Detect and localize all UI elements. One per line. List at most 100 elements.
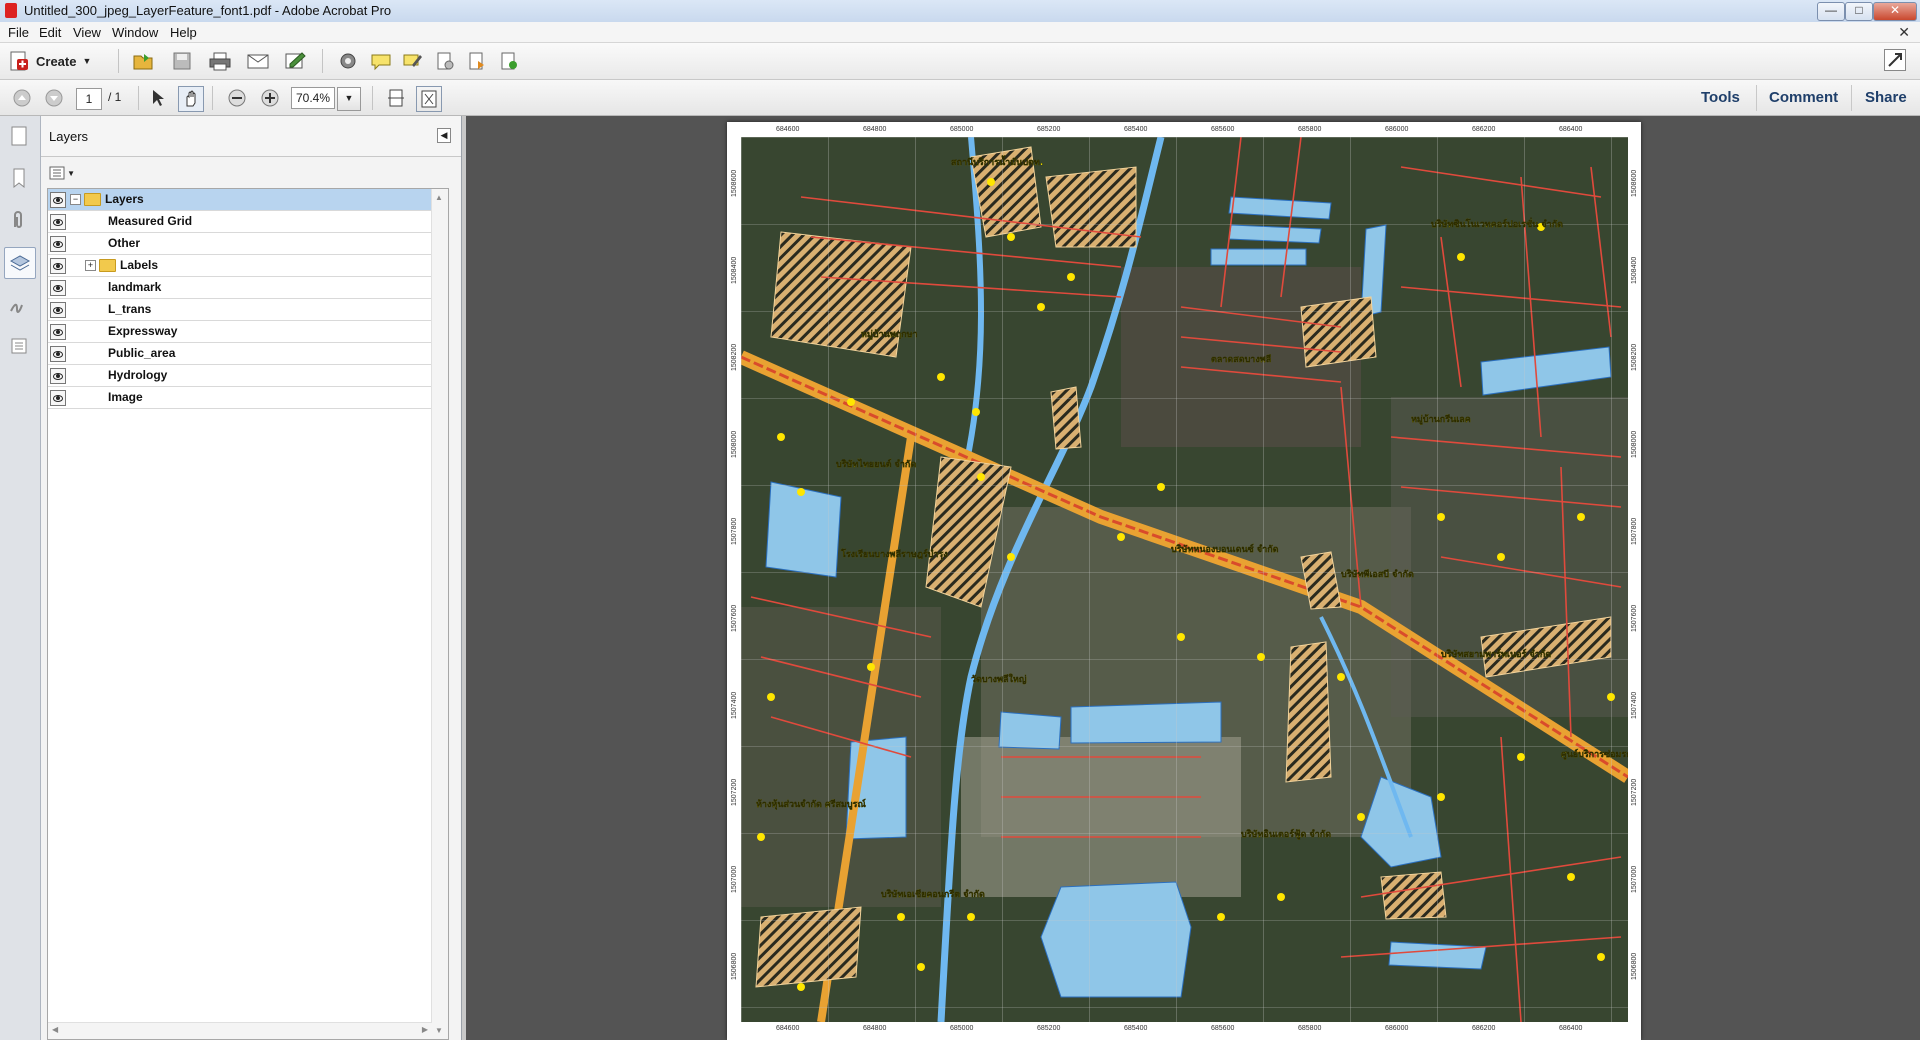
prev-page-icon[interactable] bbox=[10, 86, 34, 110]
collapse-icon[interactable]: − bbox=[70, 194, 81, 205]
print-icon[interactable] bbox=[208, 49, 232, 73]
map-image: สถานีบริการน้ำมันปตท. บริษัทซินโนเวทคอร์… bbox=[741, 137, 1628, 1022]
maximize-icon[interactable]: □ bbox=[1845, 2, 1873, 21]
attach-icon[interactable] bbox=[465, 49, 489, 73]
eye-icon[interactable] bbox=[50, 302, 66, 318]
fit-page-icon[interactable] bbox=[416, 86, 442, 112]
y-coordinate-label: 1507600 bbox=[1631, 604, 1638, 632]
eye-icon[interactable] bbox=[50, 236, 66, 252]
menu-file[interactable]: File bbox=[8, 25, 29, 40]
menu-view[interactable]: View bbox=[73, 25, 101, 40]
horizontal-scrollbar[interactable]: ◀ ▶ bbox=[48, 1022, 432, 1039]
y-coordinate-label: 1508400 bbox=[1631, 256, 1638, 284]
map-label: หมู่บ้านพฤกษา bbox=[861, 329, 918, 340]
map-label: บริษัทเอเชียคอนกรีต จำกัด bbox=[881, 889, 985, 900]
scroll-right-icon[interactable]: ▶ bbox=[422, 1025, 428, 1034]
layers-icon[interactable] bbox=[4, 247, 36, 279]
save-icon[interactable] bbox=[170, 49, 194, 73]
comment-link[interactable]: Comment bbox=[1769, 89, 1838, 106]
y-coordinate-label: 1507400 bbox=[1631, 691, 1638, 719]
x-coordinate-label: 684600 bbox=[776, 1025, 800, 1032]
eye-icon[interactable] bbox=[50, 214, 66, 230]
layers-panel-header: Layers ◀ bbox=[41, 116, 461, 157]
eye-icon[interactable] bbox=[50, 280, 66, 296]
layer-row-other[interactable]: Other bbox=[48, 233, 440, 255]
folder-icon bbox=[84, 193, 101, 206]
comment-icon[interactable] bbox=[369, 49, 393, 73]
menu-edit[interactable]: Edit bbox=[39, 25, 61, 40]
layer-row-layers[interactable]: − Layers bbox=[48, 189, 440, 211]
layers-panel-title: Layers bbox=[49, 129, 89, 144]
x-coordinate-label: 684600 bbox=[776, 126, 800, 133]
email-icon[interactable] bbox=[246, 49, 270, 73]
share-link[interactable]: Share bbox=[1865, 89, 1907, 106]
expand-icon[interactable]: + bbox=[85, 260, 96, 271]
hand-tool-icon[interactable] bbox=[178, 86, 204, 112]
open-icon[interactable] bbox=[132, 49, 156, 73]
x-coordinate-label: 685400 bbox=[1124, 126, 1148, 133]
layer-row-l-trans[interactable]: L_trans bbox=[48, 299, 440, 321]
select-tool-icon[interactable] bbox=[146, 86, 170, 110]
scroll-left-icon[interactable]: ◀ bbox=[52, 1025, 58, 1034]
zoom-in-icon[interactable] bbox=[258, 86, 282, 110]
fit-width-icon[interactable] bbox=[384, 86, 408, 110]
create-button[interactable]: Create ▼ bbox=[8, 49, 91, 73]
layer-row-labels[interactable]: + Labels bbox=[48, 255, 440, 277]
layer-row-image[interactable]: Image bbox=[48, 387, 440, 409]
tools-link[interactable]: Tools bbox=[1701, 89, 1740, 106]
zoom-level-input[interactable]: 70.4% bbox=[291, 87, 335, 109]
x-coordinate-label: 685800 bbox=[1298, 1025, 1322, 1032]
x-coordinate-label: 685600 bbox=[1211, 1025, 1235, 1032]
page-thumbnails-icon[interactable] bbox=[7, 124, 31, 148]
zoom-out-icon[interactable] bbox=[225, 86, 249, 110]
eye-icon[interactable] bbox=[50, 368, 66, 384]
minimize-icon[interactable]: — bbox=[1817, 2, 1845, 21]
scroll-up-icon[interactable]: ▲ bbox=[435, 193, 443, 202]
layer-label: Image bbox=[108, 390, 143, 404]
scroll-down-icon[interactable]: ▼ bbox=[435, 1026, 443, 1035]
layer-row-public-area[interactable]: Public_area bbox=[48, 343, 440, 365]
attachments-icon[interactable] bbox=[7, 208, 31, 232]
eye-icon[interactable] bbox=[50, 390, 66, 406]
stamp-icon[interactable] bbox=[433, 49, 457, 73]
collapse-panel-icon[interactable]: ◀ bbox=[437, 128, 451, 143]
zoom-dropdown-icon[interactable]: ▼ bbox=[337, 87, 361, 111]
map-label: หมู่บ้านกรีนเลค bbox=[1411, 414, 1471, 425]
layer-label: Hydrology bbox=[108, 368, 168, 382]
settings-icon[interactable] bbox=[336, 49, 360, 73]
vertical-scrollbar[interactable]: ▲ ▼ bbox=[431, 189, 448, 1039]
share-icon[interactable] bbox=[497, 49, 521, 73]
layer-row-landmark[interactable]: landmark bbox=[48, 277, 440, 299]
close-icon[interactable]: ✕ bbox=[1873, 2, 1917, 21]
x-coordinate-label: 685000 bbox=[950, 126, 974, 133]
map-graphic: สถานีบริการน้ำมันปตท. บริษัทซินโนเวทคอร์… bbox=[741, 137, 1628, 1022]
menu-window[interactable]: Window bbox=[112, 25, 158, 40]
eye-icon[interactable] bbox=[50, 258, 66, 274]
eye-icon[interactable] bbox=[50, 324, 66, 340]
y-coordinate-label: 1507000 bbox=[1631, 865, 1638, 893]
eye-icon[interactable] bbox=[50, 192, 66, 208]
layer-row-hydrology[interactable]: Hydrology bbox=[48, 365, 440, 387]
doc-close-icon[interactable]: ✕ bbox=[1898, 24, 1910, 41]
signatures-icon[interactable] bbox=[7, 294, 31, 318]
y-coordinate-label: 1508400 bbox=[731, 256, 738, 284]
options-icon[interactable]: ▼ bbox=[49, 165, 75, 181]
y-coordinate-label: 1506800 bbox=[731, 952, 738, 980]
layer-row-expressway[interactable]: Expressway bbox=[48, 321, 440, 343]
highlight-icon[interactable] bbox=[401, 49, 425, 73]
eye-icon[interactable] bbox=[50, 346, 66, 362]
x-coordinate-label: 686400 bbox=[1559, 1025, 1583, 1032]
map-label: ตลาดสดบางพลี bbox=[1211, 354, 1271, 365]
layer-row-measured-grid[interactable]: Measured Grid bbox=[48, 211, 440, 233]
menu-help[interactable]: Help bbox=[170, 25, 197, 40]
x-coordinate-label: 686200 bbox=[1472, 126, 1496, 133]
expand-icon[interactable] bbox=[1884, 49, 1906, 71]
content-icon[interactable] bbox=[7, 334, 31, 358]
layer-label: Public_area bbox=[108, 346, 176, 360]
bookmarks-icon[interactable] bbox=[7, 166, 31, 190]
page-number-input[interactable]: 1 bbox=[76, 88, 102, 110]
map-label: บริษัทอินเตอร์ฟู้ด จำกัด bbox=[1241, 828, 1331, 840]
next-page-icon[interactable] bbox=[42, 86, 66, 110]
sign-icon[interactable] bbox=[284, 49, 308, 73]
toolbar-separator bbox=[322, 49, 323, 73]
